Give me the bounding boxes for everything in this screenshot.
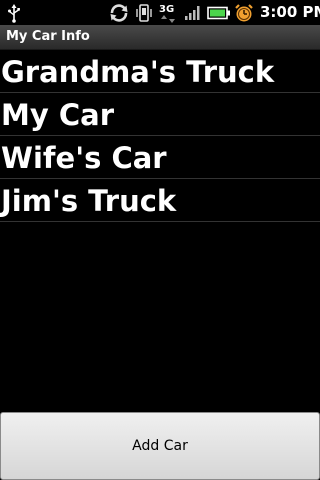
list-item-label: Grandma's Truck [1, 55, 275, 89]
alarm-icon [233, 0, 255, 25]
add-car-label: Add Car [132, 438, 188, 454]
list-item-label: Wife's Car [1, 141, 167, 175]
list-item[interactable]: Jim's Truck [0, 179, 320, 222]
phone-screen: 3G 3:00 P My Car Info Grandma's Truck My… [0, 0, 320, 480]
vibrate-icon [134, 0, 154, 25]
list-item-label: Jim's Truck [1, 184, 177, 218]
network-3g-icon: 3G [158, 0, 180, 25]
car-list: Grandma's Truck My Car Wife's Car Jim's … [0, 50, 320, 222]
status-clock: 3:00 PM [260, 3, 320, 21]
title-bar: My Car Info [0, 25, 320, 50]
add-car-button[interactable]: Add Car [0, 412, 320, 480]
list-item[interactable]: My Car [0, 93, 320, 136]
list-item-label: My Car [1, 98, 115, 132]
list-item[interactable]: Grandma's Truck [0, 50, 320, 93]
battery-icon [206, 0, 232, 25]
list-item[interactable]: Wife's Car [0, 136, 320, 179]
network-type-label: 3G [159, 4, 174, 15]
signal-icon [183, 0, 203, 25]
sync-icon [108, 0, 130, 25]
app-title: My Car Info [6, 29, 90, 44]
status-bar: 3G 3:00 P [0, 0, 320, 25]
usb-icon [6, 0, 22, 25]
